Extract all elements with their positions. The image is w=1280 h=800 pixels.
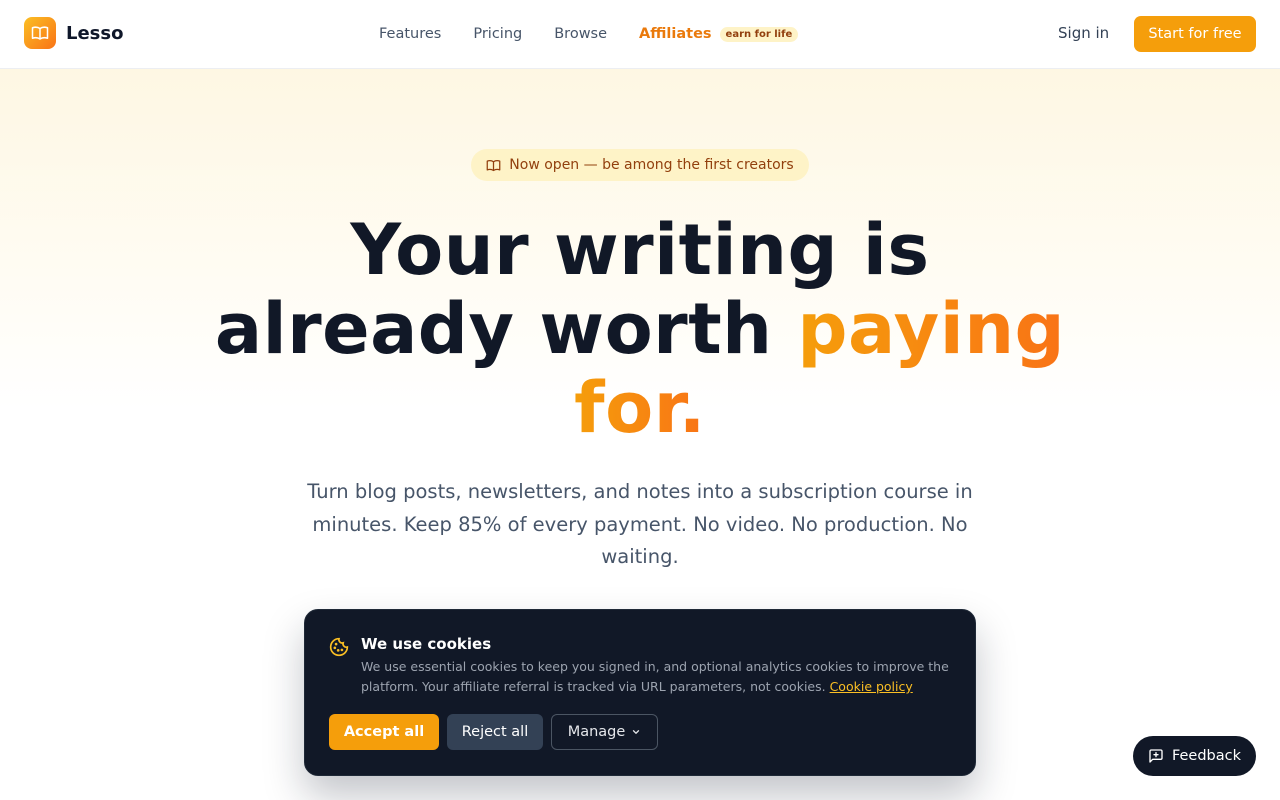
accept-all-button[interactable]: Accept all: [329, 714, 439, 750]
cookie-policy-link[interactable]: Cookie policy: [830, 679, 913, 694]
book-icon: [24, 17, 56, 49]
headline-line-1: Your writing is: [350, 209, 930, 291]
headline-line-2: already worth: [214, 288, 798, 370]
hero-subtitle: Turn blog posts, newsletters, and notes …: [307, 480, 973, 568]
headline-highlight-1: paying: [797, 288, 1066, 370]
hero-headline: Your writing is already worth paying for…: [140, 211, 1140, 448]
start-for-free-button[interactable]: Start for free: [1134, 16, 1256, 52]
cookie-description: We use essential cookies to keep you sig…: [361, 657, 951, 697]
nav-features[interactable]: Features: [379, 26, 441, 42]
message-plus-icon: [1149, 749, 1163, 763]
main-nav: Features Pricing Browse Affiliates earn …: [379, 0, 799, 68]
announcement-text: Now open — be among the first creators: [509, 157, 794, 173]
affiliates-badge: earn for life: [719, 26, 799, 42]
book-open-icon: [486, 159, 501, 171]
chevron-down-icon: [633, 730, 640, 734]
cookie-banner: We use cookies We use essential cookies …: [304, 609, 976, 776]
site-header: Lesso Features Pricing Browse Affiliates…: [0, 0, 1280, 69]
feedback-label: Feedback: [1171, 748, 1242, 764]
nav-affiliates[interactable]: Affiliates: [639, 26, 712, 42]
cookie-title: We use cookies: [361, 635, 492, 653]
brand-name: Lesso: [66, 22, 124, 44]
announcement-pill: Now open — be among the first creators: [471, 149, 809, 181]
sign-in-link[interactable]: Sign in: [1058, 24, 1109, 42]
manage-label: Manage: [567, 724, 626, 740]
manage-cookies-button[interactable]: Manage: [551, 714, 658, 750]
cookie-icon: [329, 637, 349, 657]
nav-browse[interactable]: Browse: [554, 26, 607, 42]
feedback-button[interactable]: Feedback: [1133, 736, 1256, 776]
headline-highlight-2: for.: [574, 367, 706, 449]
reject-all-button[interactable]: Reject all: [447, 714, 543, 750]
brand-logo[interactable]: Lesso: [24, 17, 123, 49]
nav-pricing[interactable]: Pricing: [473, 26, 522, 42]
